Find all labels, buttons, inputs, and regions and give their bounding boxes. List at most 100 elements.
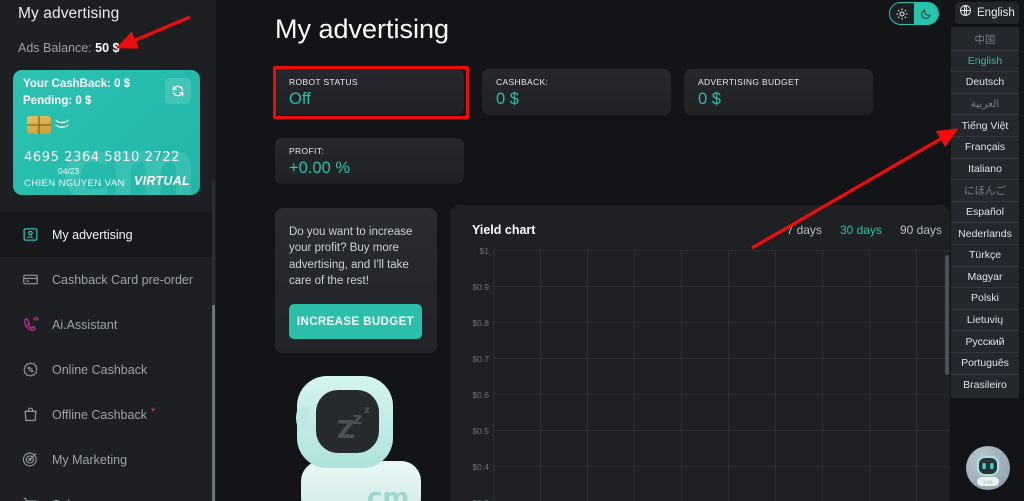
advertising-budget-value: 0 $ (698, 90, 721, 108)
ads-balance-label: Ads Balance: (18, 41, 92, 55)
chart-scrollbar[interactable] (945, 255, 949, 375)
cashback-card[interactable]: cm Your CashBack: 0 $ Pending: 0 $ )) 46… (13, 70, 200, 195)
language-option-portugues[interactable]: Português (951, 353, 1019, 375)
chart-y-tick: $1 (479, 246, 489, 256)
language-option-japanese[interactable]: にほんご (951, 180, 1019, 202)
chart-range-30-days[interactable]: 30 days (840, 223, 882, 237)
profit-card[interactable]: PROFIT: +0.00 % (275, 138, 464, 184)
chart-y-tick: $0.4 (472, 462, 489, 472)
language-option-english[interactable]: English (951, 51, 1019, 73)
advertising-budget-card[interactable]: ADVERTISING BUDGET 0 $ (684, 69, 873, 115)
increase-budget-button[interactable]: INCREASE BUDGET (289, 304, 422, 340)
credit-card-icon (22, 271, 52, 288)
sidebar-item-label: Cashback Card pre-order (52, 272, 194, 287)
card-pending-line: Pending: 0 $ (23, 95, 92, 107)
language-option-russian[interactable]: Русский (951, 331, 1019, 353)
sidebar-item-my-advertising[interactable]: My advertising (0, 212, 214, 257)
language-option-arabic[interactable]: العربية (951, 94, 1019, 116)
sun-icon[interactable] (890, 3, 914, 24)
chart-range-selector: 7 days 30 days 90 days (787, 223, 942, 237)
language-option-brasileiro[interactable]: Brasileiro (951, 375, 1019, 397)
chart-range-90-days[interactable]: 90 days (900, 223, 942, 237)
sidebar: My advertising Ads Balance: 50 $ cm Your… (0, 0, 216, 501)
language-option-magyar[interactable]: Magyar (951, 267, 1019, 289)
ads-balance-value: 50 $ (95, 41, 120, 55)
language-option-nederlands[interactable]: Nederlands (951, 223, 1019, 245)
sidebar-item-label: Ai.Assistant (52, 317, 118, 332)
percent-badge-icon (22, 361, 52, 378)
offline-cashback-badge: * (150, 405, 156, 418)
sidebar-item-cashback-card-pre-order[interactable]: Cashback Card pre-order (0, 257, 214, 302)
increase-budget-promo: Do you want to increase your profit? Buy… (275, 208, 437, 353)
profit-value: +0.00 % (289, 159, 351, 177)
chart-plot-area[interactable] (493, 250, 950, 501)
svg-text:z: z (364, 405, 370, 416)
profit-label: PROFIT: (289, 146, 325, 156)
promo-text: Do you want to increase your profit? Buy… (289, 226, 413, 287)
globe-icon (959, 4, 972, 22)
language-option-chinese[interactable]: 中国 (951, 29, 1019, 51)
sidebar-item-ai-assistant[interactable]: Ai.Assistant (0, 302, 214, 347)
theme-toggle[interactable] (889, 2, 939, 25)
chart-y-tick: $0.5 (472, 426, 489, 436)
sidebar-scrollbar[interactable] (212, 180, 215, 501)
sidebar-item-sales[interactable]: Sales (0, 482, 214, 501)
chart-y-tick: $0.7 (472, 354, 489, 364)
language-selector-button[interactable]: English (955, 2, 1019, 24)
sidebar-item-my-marketing[interactable]: My Marketing (0, 437, 214, 482)
svg-text:cm: cm (367, 483, 410, 501)
language-option-turkce[interactable]: Türkçe (951, 245, 1019, 267)
sidebar-menu: My advertising Cashback Card pre-order A… (0, 212, 214, 501)
sidebar-item-label: Offline Cashback (52, 407, 147, 422)
language-option-francais[interactable]: Français (951, 137, 1019, 159)
chart-y-tick: $0.9 (472, 282, 489, 292)
target-icon (22, 451, 52, 468)
sidebar-item-offline-cashback[interactable]: Offline Cashback * (0, 392, 214, 437)
cashback-label: CASHBACK: (496, 77, 549, 87)
main-content: My advertising ROBOT STATUS Off CASHBACK… (216, 0, 1024, 501)
sidebar-item-online-cashback[interactable]: Online Cashback (0, 347, 214, 392)
svg-text:cm: cm (983, 479, 993, 486)
chart-title: Yield chart (472, 223, 536, 237)
chip-icon (27, 116, 51, 134)
chart-y-tick: $0.6 (472, 390, 489, 400)
moon-icon[interactable] (914, 3, 938, 24)
robot-status-value: Off (289, 90, 311, 108)
language-option-italiano[interactable]: Italiano (951, 159, 1019, 181)
chart-range-7-days[interactable]: 7 days (787, 223, 822, 237)
cashback-value: 0 $ (496, 90, 519, 108)
bag-icon (22, 406, 52, 423)
sidebar-item-label: Sales (52, 498, 83, 501)
cashback-stat-card[interactable]: CASHBACK: 0 $ (482, 69, 671, 115)
svg-text:z: z (353, 409, 362, 428)
sidebar-scrollbar-thumb[interactable] (212, 305, 215, 501)
app-root: My advertising Ads Balance: 50 $ cm Your… (0, 0, 1024, 501)
sidebar-item-label: Online Cashback (52, 362, 148, 377)
robot-status-label: ROBOT STATUS (289, 77, 358, 87)
language-option-lietuviu[interactable]: Lietuvių (951, 310, 1019, 332)
cart-icon (22, 496, 52, 501)
ads-balance: Ads Balance: 50 $ (18, 41, 120, 55)
language-selector-label: English (977, 7, 1015, 19)
language-option-vietnamese[interactable]: Tiếng Việt (951, 115, 1019, 137)
language-dropdown: 中国 English Deutsch العربية Tiếng Việt Fr… (951, 27, 1019, 399)
card-number: 4695 2364 5810 2722 (24, 150, 181, 165)
page-title: My advertising (275, 14, 450, 44)
refresh-icon[interactable] (165, 78, 191, 104)
sidebar-item-label: My advertising (52, 227, 133, 242)
sidebar-item-label: My Marketing (52, 452, 128, 467)
sidebar-title: My advertising (18, 5, 120, 22)
chat-bot-button[interactable]: cm (966, 446, 1010, 490)
card-virtual-badge: VIRTUAL (133, 174, 190, 188)
chart-y-tick: $0.8 (472, 318, 489, 328)
language-option-polski[interactable]: Polski (951, 288, 1019, 310)
card-holder: CHIEN NGUYEN VAN (24, 178, 125, 189)
advertising-budget-label: ADVERTISING BUDGET (698, 77, 800, 87)
language-option-deutsch[interactable]: Deutsch (951, 72, 1019, 94)
language-option-espanol[interactable]: Español (951, 202, 1019, 224)
phone-wave-icon (22, 316, 52, 333)
yield-chart-panel: Yield chart 7 days 30 days 90 days $1 $0… (450, 205, 950, 501)
robot-status-card[interactable]: ROBOT STATUS Off (275, 69, 464, 115)
card-expiry: 04/23 (58, 166, 80, 176)
chart-y-axis: $1 $0.9 $0.8 $0.7 $0.6 $0.5 $0.4 $0.3 (450, 246, 493, 501)
